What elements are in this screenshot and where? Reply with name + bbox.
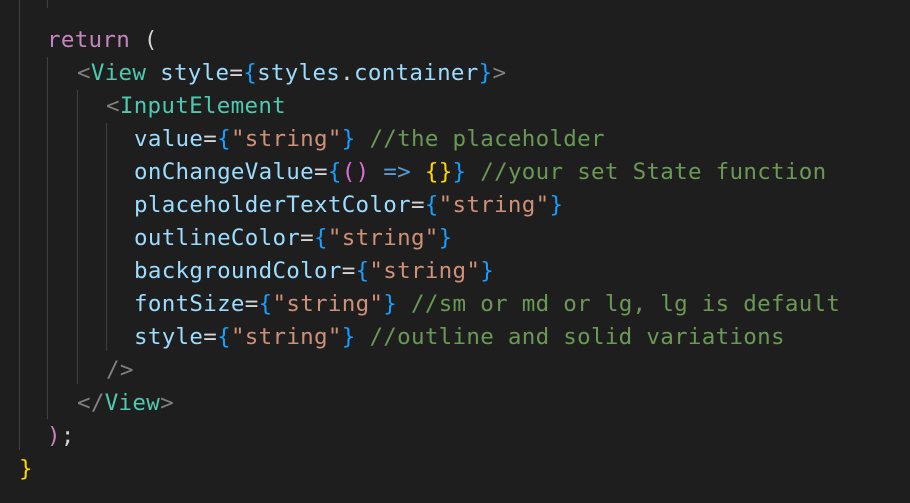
code-line-view-close: </View> [77, 390, 174, 416]
view-close-tag: View [104, 390, 161, 416]
code-line-self-close: /> [0, 354, 134, 387]
arrow-operator: => [383, 159, 411, 185]
onchangevalue-prop: onChangeValue [134, 159, 314, 185]
code-line-close-paren: ); [0, 420, 75, 453]
arrow-fn-params: () [341, 159, 370, 185]
comment-style: //outline and solid variations [369, 324, 785, 350]
open-paren: ( [130, 27, 158, 53]
code-line-fontsize: fontSize={"string"} //sm or md or lg, lg… [134, 291, 841, 317]
return-keyword: return [47, 27, 131, 53]
code-line-value: value={"string"} //the placeholder [134, 126, 605, 152]
string-literal: "string" [272, 291, 384, 317]
style-attribute: style [160, 60, 230, 86]
code-line-input-open: <InputElement [106, 93, 287, 119]
view-tag: View [90, 60, 147, 86]
code-line-placeholdertextcolor: placeholderTextColor={"string"} [134, 192, 564, 218]
close-brace: } [19, 456, 33, 482]
placeholdertextcolor-prop: placeholderTextColor [134, 192, 411, 218]
value-prop: value [134, 126, 204, 152]
code-line-backgroundcolor: backgroundColor={"string"} [134, 258, 495, 284]
close-paren: ); [47, 423, 75, 449]
string-literal: "string" [230, 126, 342, 152]
comment-fontsize: //sm or md or lg, lg is default [411, 291, 841, 317]
style-prop: style [134, 324, 204, 350]
empty-function-body: {} [424, 159, 453, 185]
code-line-return: return ( [0, 24, 158, 57]
indent-guide [47, 0, 48, 8]
string-literal: "string" [230, 324, 342, 350]
outlinecolor-prop: outlineColor [134, 225, 301, 251]
comment-value: //the placeholder [369, 126, 605, 152]
code-line-onchangevalue: onChangeValue={() => {}} //your set Stat… [134, 159, 827, 185]
code-line-view-open: <View style={styles.container}> [77, 60, 507, 86]
string-literal: "string" [438, 192, 550, 218]
string-literal: "string" [327, 225, 439, 251]
code-line-close-brace: } [0, 453, 33, 486]
backgroundcolor-prop: backgroundColor [134, 258, 342, 284]
input-element-tag: InputElement [119, 93, 287, 119]
comment-onchangevalue: //your set State function [480, 159, 827, 185]
code-line-outlinecolor: outlineColor={"string"} [134, 225, 453, 251]
code-editor[interactable]: return ( <View style={styles.container}>… [0, 0, 910, 503]
styles-object: styles [257, 60, 341, 86]
self-closing-tag: /> [106, 357, 134, 383]
fontsize-prop: fontSize [134, 291, 245, 317]
container-property: container [354, 60, 479, 86]
string-literal: "string" [369, 258, 481, 284]
code-line-style: style={"string"} //outline and solid var… [134, 324, 785, 350]
